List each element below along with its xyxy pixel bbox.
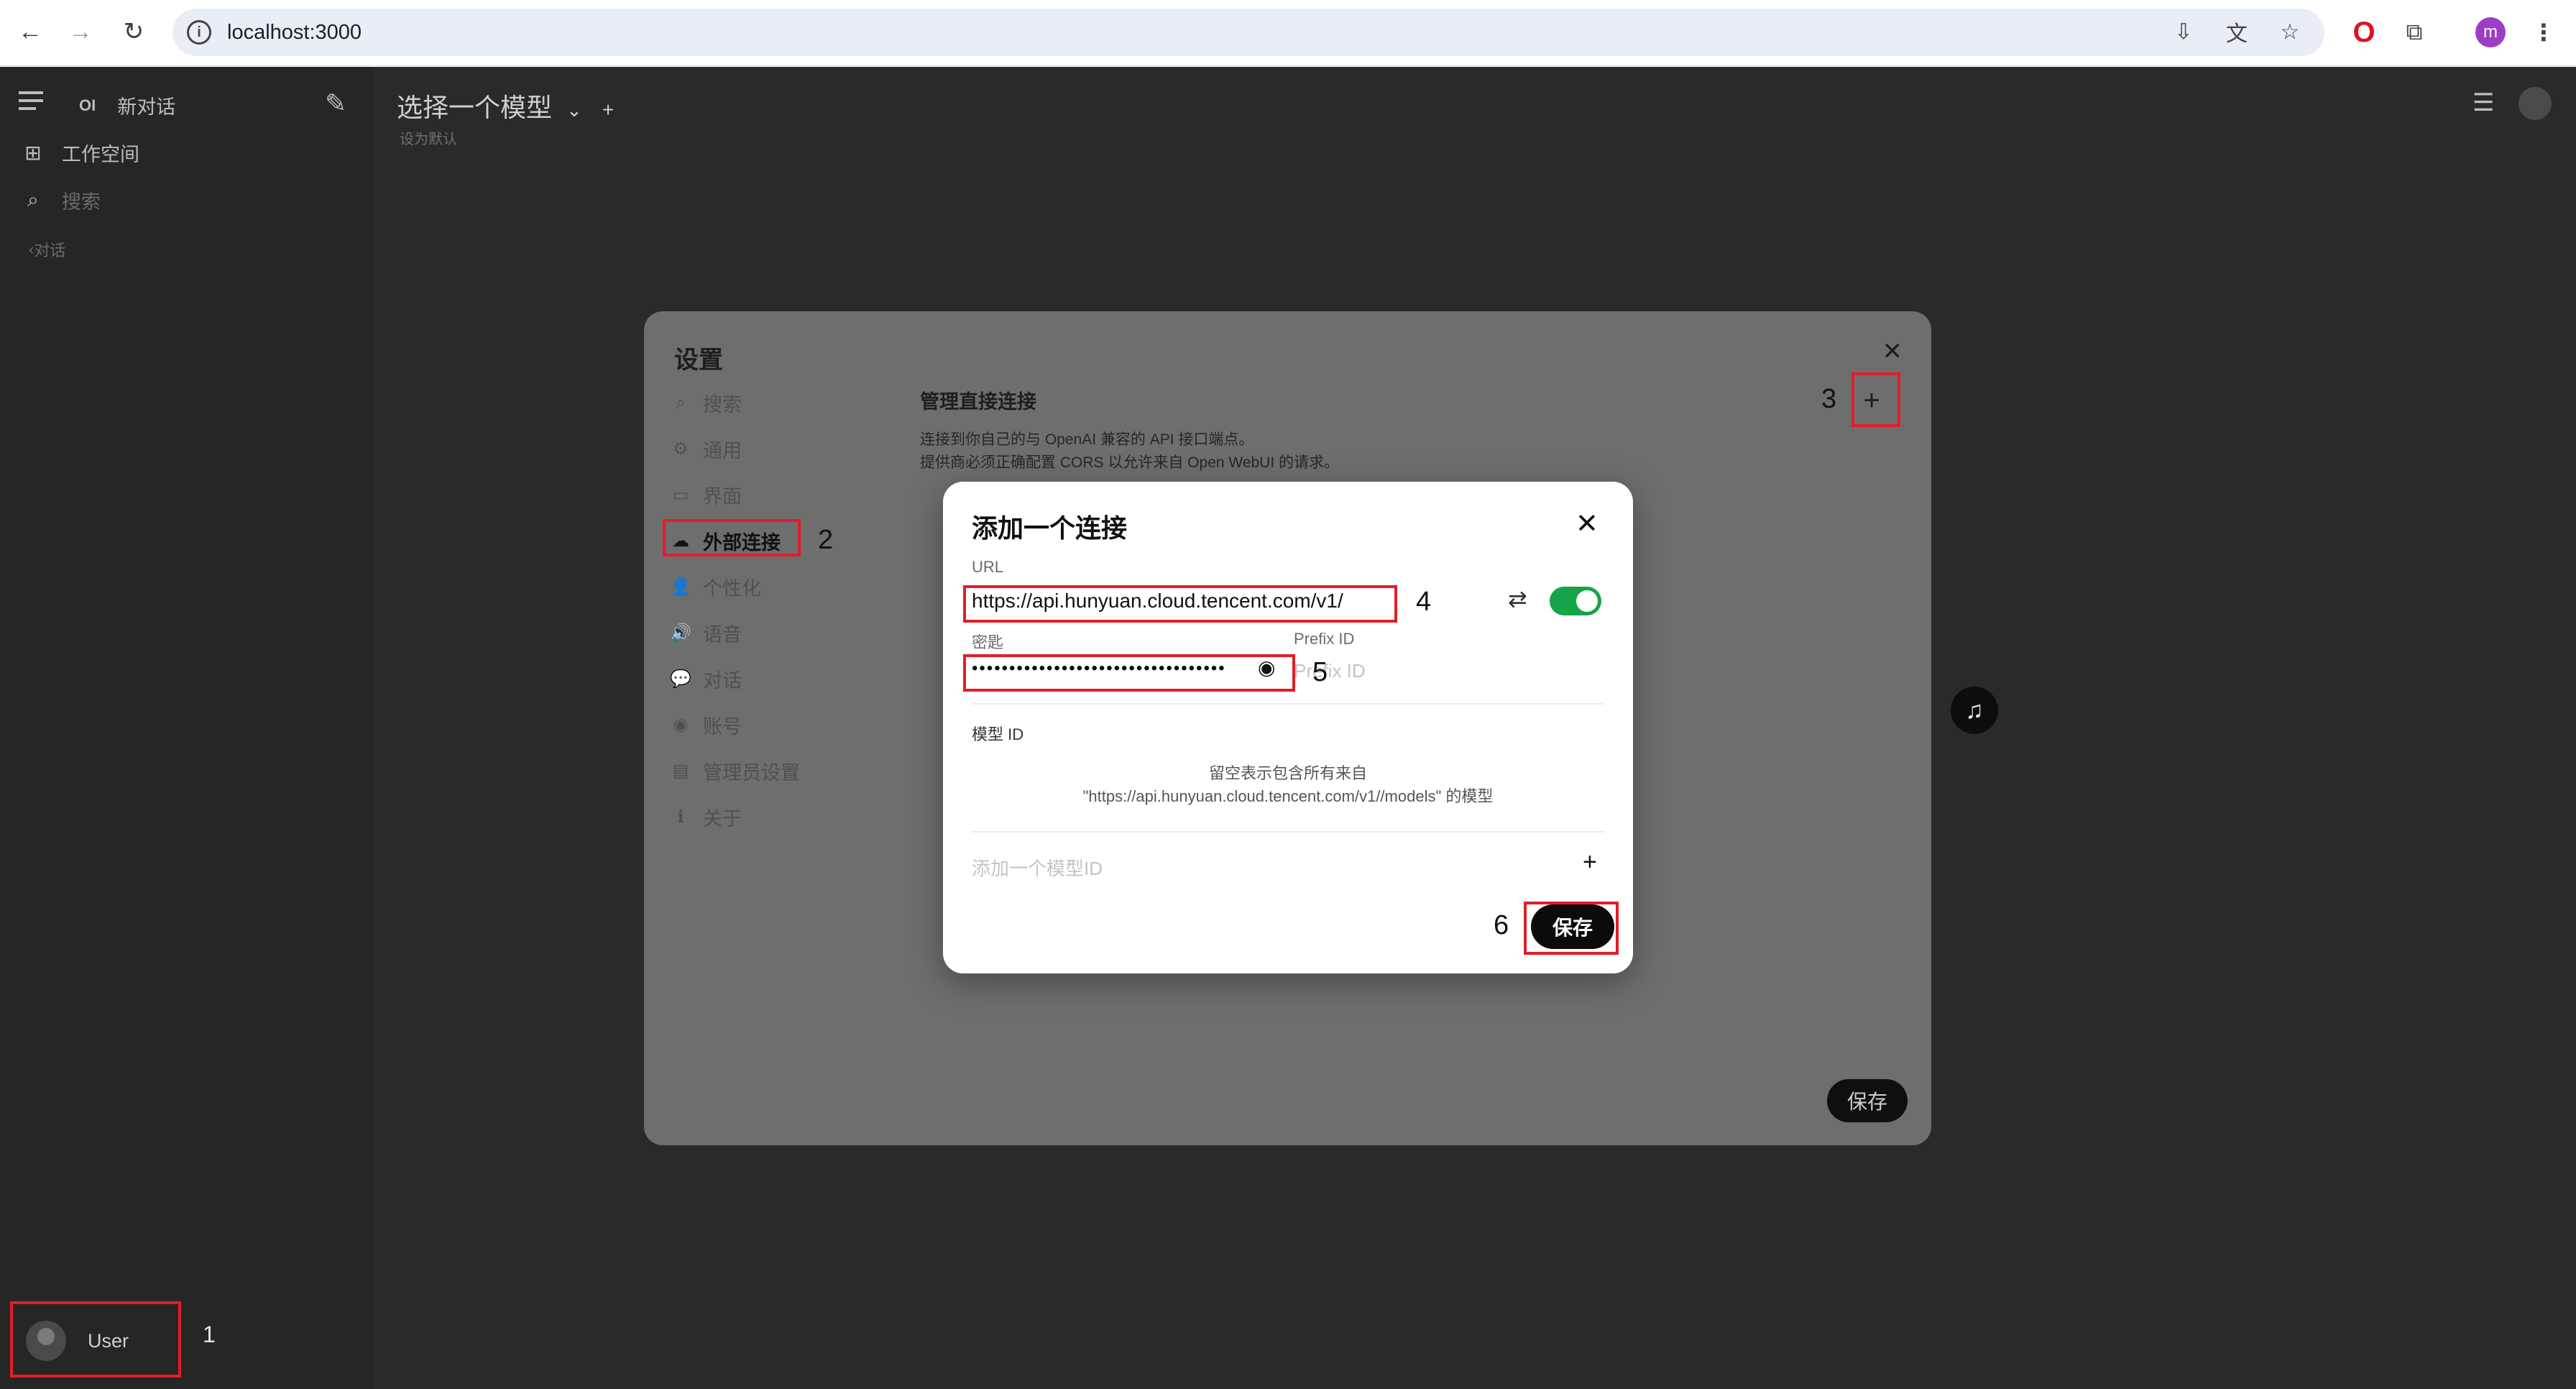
settings-nav-label: 个性化 [703,578,761,600]
person-icon: 👤 [670,577,691,597]
search-icon: ⌕ [676,393,686,413]
settings-nav-label: 关于 [703,808,742,830]
new-chat-link[interactable]: OI 新对话 [79,91,175,119]
prefix-label: Prefix ID [1294,630,1355,648]
settings-nav-label: 管理员设置 [703,762,800,784]
settings-nav-account[interactable]: ◉ 账号 [670,711,742,739]
star-icon[interactable]: ☆ [2274,16,2306,47]
gear-icon: ⚙ [673,439,689,459]
user-avatar-top[interactable] [2518,87,2552,120]
settings-save-button[interactable]: 保存 [1827,1079,1908,1122]
settings-nav-label: 通用 [703,440,742,462]
info-icon: ℹ [677,807,684,827]
edit-icon[interactable]: ✎ [325,88,346,119]
annotation-box-2 [663,519,801,556]
settings-nav-search[interactable]: ⌕ 搜索 [670,389,742,417]
controls-icon[interactable]: ☰ [2472,88,2494,117]
annotation-box-5 [963,654,1295,692]
annotation-box-1 [10,1301,181,1377]
add-model-icon[interactable]: + [602,98,614,121]
enable-toggle[interactable] [1550,587,1601,615]
section-heading: 管理直接连接 [920,391,1036,413]
settings-nav-about[interactable]: ℹ 关于 [670,803,742,831]
chat-icon: 💬 [670,669,691,689]
model-hint-line2: "https://api.hunyuan.cloud.tencent.com/v… [1082,787,1494,805]
refresh-icon[interactable]: ⇄ [1508,585,1527,613]
settings-nav-admin[interactable]: ▤ 管理员设置 [670,757,800,785]
logo-icon: OI [79,96,96,114]
new-chat-label: 新对话 [117,96,176,118]
settings-nav-general[interactable]: ⚙ 通用 [670,435,742,463]
annotation-box-3 [1852,372,1900,427]
key-label: 密匙 [972,633,1004,651]
site-info-icon[interactable]: i [187,20,211,45]
browser-toolbar: ← → ↻ i localhost:3000 ⇩ 文 ☆ O ⧉ m ⋮ [0,0,2576,66]
menu-icon[interactable]: ⋮ [2527,16,2560,49]
grid-icon: ⊞ [24,142,42,164]
chevron-down-icon: ⌄ [566,99,582,121]
sidebar-toggle-icon[interactable] [19,91,43,115]
reload-icon[interactable]: ↻ [118,16,150,47]
search-icon: ⌕ [27,188,39,211]
settings-nav-interface[interactable]: ▭ 界面 [670,481,742,509]
url-text[interactable]: localhost:3000 [227,21,362,45]
step-number-2: 2 [818,525,834,555]
add-connection-dialog: 添加一个连接 ✕ URL https://api.hunyuan.cloud.t… [943,482,1633,973]
sidebar: OI 新对话 ✎ ⊞ 工作空间 ⌕ 搜索 ‹ 对话 User [0,67,374,1389]
annotation-box-6 [1524,902,1619,955]
sidebar-search[interactable]: ⌕ 搜索 [20,186,101,214]
set-default-link[interactable]: 设为默认 [400,127,457,148]
model-hint-line1: 留空表示包含所有来自 [1208,764,1367,782]
close-icon[interactable]: ✕ [1882,337,1903,366]
model-selector-label: 选择一个模型 [397,93,553,122]
step-number-6: 6 [1494,910,1509,940]
section-description: 连接到你自己的与 OpenAI 兼容的 API 接口端点。 [920,431,1254,448]
close-icon[interactable]: ✕ [1576,508,1598,540]
add-model-input[interactable]: 添加一个模型ID [972,854,1103,881]
profile-avatar[interactable]: m [2475,17,2506,47]
section-label: ‹ 对话 [29,240,66,260]
step-number-1: 1 [203,1321,216,1347]
section-description-2: 提供商必须正确配置 CORS 以允许来自 Open WebUI 的请求。 [920,454,1340,471]
divider [972,703,1604,705]
monitor-icon: ▭ [672,485,689,505]
settings-nav-label: 界面 [703,486,742,508]
model-id-label: 模型 ID [972,725,1024,743]
back-icon[interactable]: ← [14,16,46,47]
forward-icon[interactable]: → [65,16,96,47]
workspace-link[interactable]: ⊞ 工作空间 [20,139,139,167]
sidebar-search-label: 搜索 [62,191,101,213]
settings-nav-audio[interactable]: 🔊 语音 [670,619,742,647]
settings-nav-chats[interactable]: 💬 对话 [670,665,742,693]
opera-icon[interactable]: O [2347,16,2380,49]
settings-nav-label: 语音 [703,624,742,646]
settings-title: 设置 [674,347,723,374]
add-model-icon[interactable]: + [1583,848,1597,876]
prefix-input[interactable]: Prefix ID [1294,660,1366,682]
settings-nav-personalization[interactable]: 👤 个性化 [670,573,761,601]
install-icon[interactable]: ⇩ [2168,16,2199,47]
address-bar[interactable]: i localhost:3000 ⇩ 文 ☆ [172,9,2324,56]
account-icon: ◉ [673,715,689,735]
admin-icon: ▤ [672,761,689,781]
translate-icon[interactable]: 文 [2221,16,2253,47]
divider [972,831,1604,833]
step-number-3: 3 [1821,384,1837,414]
step-number-5: 5 [1312,657,1328,687]
settings-nav-label: 对话 [703,670,742,692]
url-label: URL [972,558,1004,576]
dialog-title: 添加一个连接 [972,513,1128,543]
settings-nav-label: 搜索 [703,394,742,416]
model-selector[interactable]: 选择一个模型 ⌄ + [397,87,614,124]
speaker-icon: 🔊 [670,623,691,643]
headphones-icon[interactable]: ♫ [1951,687,1998,734]
extensions-icon[interactable]: ⧉ [2398,16,2431,49]
settings-nav-label: 账号 [703,716,742,738]
annotation-box-4 [963,585,1397,623]
workspace-label: 工作空间 [62,144,139,165]
step-number-4: 4 [1416,587,1432,617]
